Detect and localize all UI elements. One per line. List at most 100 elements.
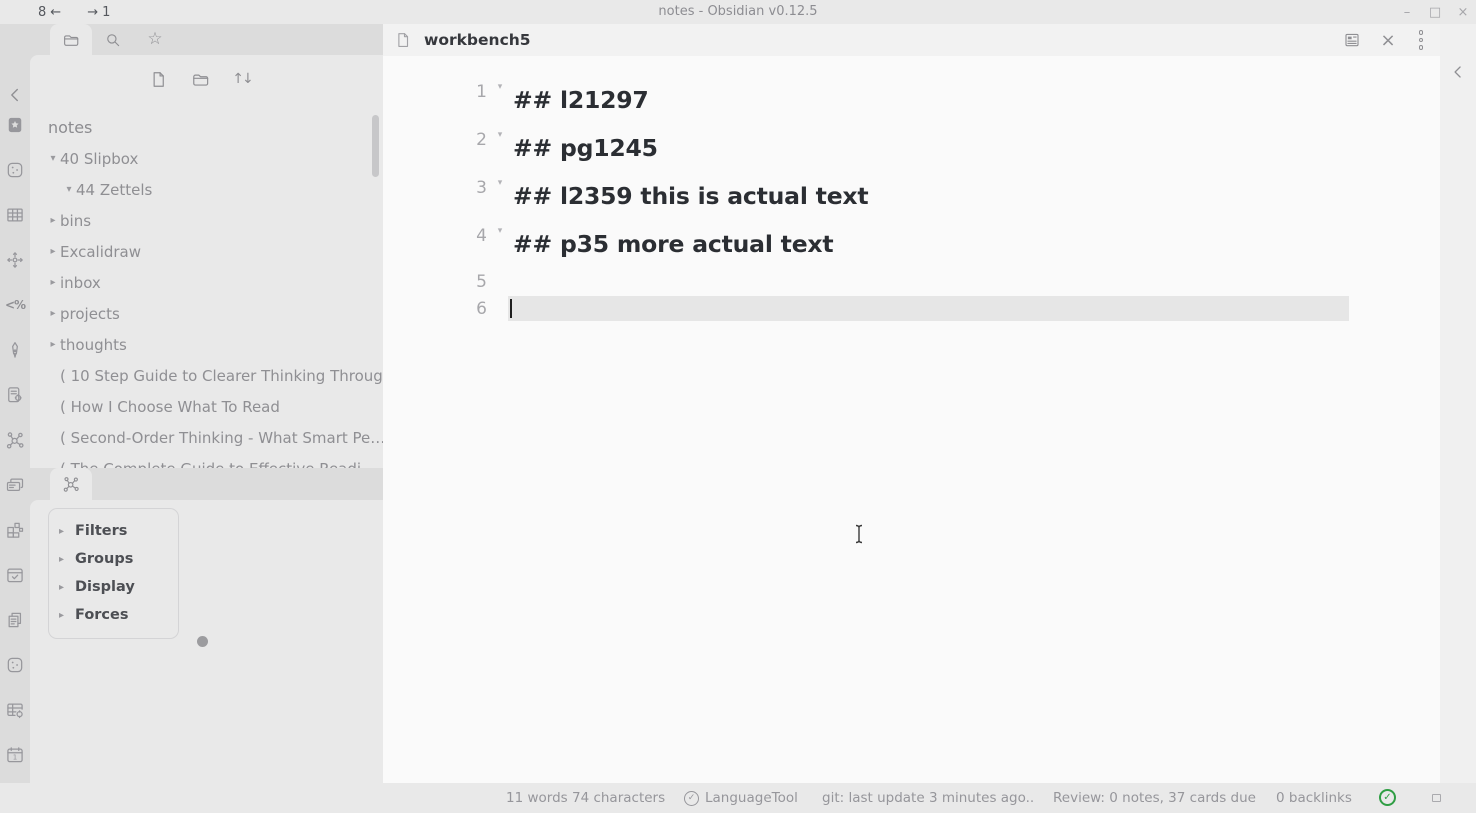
- tab-search[interactable]: [92, 24, 134, 55]
- editor-line-2[interactable]: 2 ▾ ## pg1245: [383, 124, 1440, 172]
- ok-check-icon[interactable]: ✓: [1379, 789, 1396, 806]
- sync-status-icon[interactable]: [1432, 794, 1441, 802]
- editor-line-4[interactable]: 4 ▾ ## p35 more actual text: [383, 220, 1440, 268]
- vertical-dots-icon: [1419, 30, 1424, 50]
- new-folder-button[interactable]: [190, 69, 210, 89]
- tree-file[interactable]: ( How I Choose What To Read: [30, 391, 383, 422]
- graph-section-groups[interactable]: ▸ Groups: [49, 545, 178, 573]
- review-status[interactable]: Review: 0 notes, 37 cards due: [1053, 783, 1256, 813]
- fold-arrow-icon[interactable]: ▾: [487, 124, 513, 140]
- move-handles-icon[interactable]: [4, 249, 26, 271]
- tree-label: 40 Slipbox: [60, 150, 138, 168]
- editor-line-3[interactable]: 3 ▾ ## l2359 this is actual text: [383, 172, 1440, 220]
- fold-arrow-icon[interactable]: ▾: [487, 172, 513, 188]
- chevron-left-icon: [4, 84, 26, 106]
- graph-section-label: Forces: [75, 607, 129, 623]
- random-note-dice-icon[interactable]: [4, 159, 26, 181]
- line-number: 6: [383, 299, 487, 319]
- mouse-cursor: [853, 524, 865, 544]
- left-sidebar: ☆ ↑↓ notes ▾ 40 Slipbox ▾ 44 Zettels ▸ b…: [30, 24, 383, 783]
- editor-line-5[interactable]: 5: [383, 268, 1440, 295]
- graph-section-filters[interactable]: ▸ Filters: [49, 517, 178, 545]
- minimize-button[interactable]: –: [1400, 5, 1414, 20]
- tree-file[interactable]: ( Second-Order Thinking - What Smart Pe…: [30, 422, 383, 453]
- word-count: 11 words 74 characters: [506, 783, 665, 813]
- tree-folder-excalidraw[interactable]: ▸ Excalidraw: [30, 236, 383, 267]
- collapse-arrow-icon[interactable]: ▸: [46, 277, 60, 288]
- blocks-icon[interactable]: [4, 519, 26, 541]
- collapse-arrow-icon[interactable]: ▸: [46, 215, 60, 226]
- templater-icon[interactable]: <%: [4, 294, 26, 316]
- collapse-arrow-icon: ▸: [59, 526, 75, 537]
- starred-note-icon[interactable]: [4, 114, 26, 136]
- collapse-arrow-icon: ▸: [59, 582, 75, 593]
- tab-starred[interactable]: ☆: [134, 24, 176, 55]
- random-dice-icon[interactable]: [4, 654, 26, 676]
- collapse-arrow-icon[interactable]: ▾: [62, 184, 76, 195]
- tab-file-explorer[interactable]: [50, 24, 92, 55]
- table-icon[interactable]: [4, 204, 26, 226]
- graph-view-icon[interactable]: [4, 429, 26, 451]
- line-number: 4: [383, 220, 487, 246]
- new-folder-icon: [191, 70, 210, 89]
- card-stack-icon[interactable]: [4, 474, 26, 496]
- note-title: workbench5: [424, 31, 531, 49]
- fold-arrow-icon[interactable]: ▾: [487, 76, 513, 92]
- tree-file[interactable]: ( The Complete Guide to Effective Readi: [30, 453, 383, 468]
- graph-node[interactable]: [197, 636, 208, 647]
- more-options-button[interactable]: [1410, 30, 1432, 50]
- active-line-highlight: [508, 296, 1349, 321]
- tree-folder-40-slipbox[interactable]: ▾ 40 Slipbox: [30, 143, 383, 174]
- collapse-arrow-icon[interactable]: ▸: [46, 339, 60, 350]
- editor-line-1[interactable]: 1 ▾ ## l21297: [383, 76, 1440, 124]
- graph-section-forces[interactable]: ▸ Forces: [49, 601, 178, 629]
- tree-label: ( The Complete Guide to Effective Readi: [60, 460, 361, 469]
- editor-pane[interactable]: workbench5 × 1 ▾ ## l21297 2 ▾ ## pg1245…: [383, 24, 1440, 783]
- line-number: 2: [383, 124, 487, 150]
- expand-right-sidebar-button[interactable]: [1448, 62, 1468, 82]
- close-window-button[interactable]: ×: [1456, 5, 1470, 20]
- tab-local-graph[interactable]: [50, 468, 92, 500]
- new-note-button[interactable]: [148, 69, 168, 89]
- tree-folder-bins[interactable]: ▸ bins: [30, 205, 383, 236]
- note-settings-icon[interactable]: [4, 384, 26, 406]
- table-settings-icon[interactable]: [4, 699, 26, 721]
- languagetool-status[interactable]: LanguageTool: [705, 783, 798, 813]
- collapse-arrow-icon: ▸: [59, 610, 75, 621]
- collapse-left-sidebar-button[interactable]: [4, 84, 26, 106]
- window-title: notes - Obsidian v0.12.5: [0, 0, 1476, 24]
- graph-tab-row: [30, 468, 383, 500]
- tree-folder-44-zettels[interactable]: ▾ 44 Zettels: [30, 174, 383, 205]
- graph-section-label: Groups: [75, 551, 133, 567]
- collapse-arrow-icon[interactable]: ▸: [46, 246, 60, 257]
- text-caret: [510, 299, 512, 318]
- line-number: 1: [383, 76, 487, 102]
- copy-files-icon[interactable]: [4, 609, 26, 631]
- collapse-arrow-icon[interactable]: ▾: [46, 153, 60, 164]
- daily-note-icon[interactable]: [4, 744, 26, 766]
- maximize-button[interactable]: □: [1428, 5, 1442, 20]
- right-sidebar-collapsed: [1440, 24, 1476, 783]
- tree-folder-projects[interactable]: ▸ projects: [30, 298, 383, 329]
- reading-mode-button[interactable]: [1341, 30, 1363, 50]
- pen-icon[interactable]: [4, 339, 26, 361]
- sort-button[interactable]: ↑↓: [232, 69, 252, 89]
- tree-folder-thoughts[interactable]: ▸ thoughts: [30, 329, 383, 360]
- editor-header: workbench5: [383, 24, 1440, 56]
- tree-folder-inbox[interactable]: ▸ inbox: [30, 267, 383, 298]
- editor-line-6[interactable]: 6: [383, 295, 1440, 322]
- left-ribbon: <%: [0, 24, 30, 783]
- heading-text: ## l2359 this is actual text: [513, 182, 868, 210]
- graph-section-label: Display: [75, 579, 135, 595]
- line-number: 5: [383, 272, 487, 292]
- graph-section-display[interactable]: ▸ Display: [49, 573, 178, 601]
- calendar-check-icon[interactable]: [4, 564, 26, 586]
- close-pane-button[interactable]: ×: [1377, 30, 1399, 50]
- scrollbar-thumb[interactable]: [372, 115, 379, 177]
- editor-content[interactable]: 1 ▾ ## l21297 2 ▾ ## pg1245 3 ▾ ## l2359…: [383, 56, 1440, 322]
- collapse-arrow-icon[interactable]: ▸: [46, 308, 60, 319]
- backlinks-count[interactable]: 0 backlinks: [1276, 783, 1352, 813]
- tree-file[interactable]: ( 10 Step Guide to Clearer Thinking Thro…: [30, 360, 383, 391]
- new-note-icon: [149, 70, 168, 89]
- fold-arrow-icon[interactable]: ▾: [487, 220, 513, 236]
